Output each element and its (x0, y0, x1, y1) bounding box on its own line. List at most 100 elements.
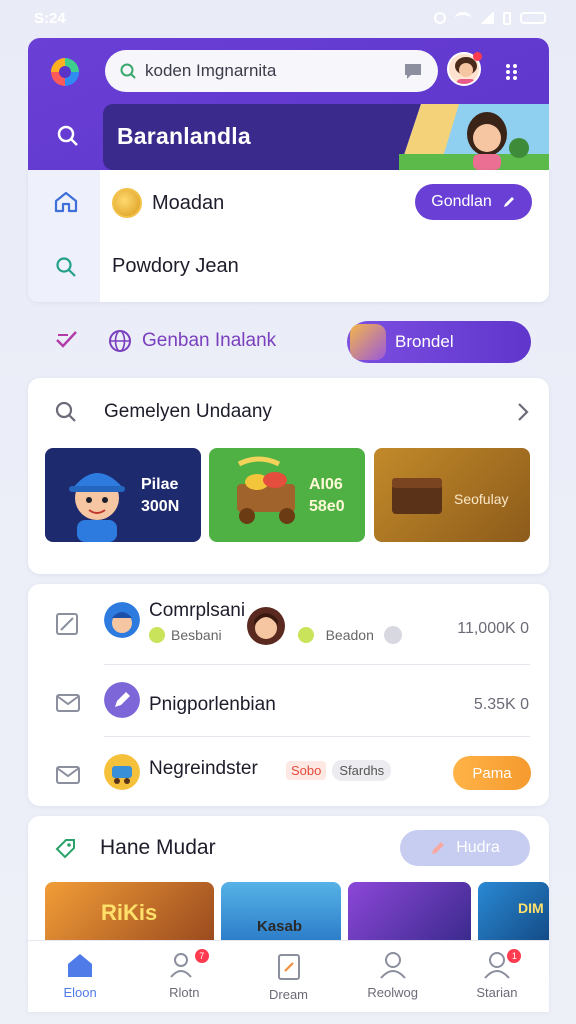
list-value: 5.35K 0 (473, 696, 529, 713)
list-title: Pnigporlenbian (149, 694, 276, 715)
treasure-icon (112, 188, 142, 218)
nav-label: Eloon (63, 985, 97, 1000)
game-tile[interactable]: Seofulay (374, 448, 530, 542)
games-section: Gemelyen Undaany Pilae 300N AI06 58e0 Se… (28, 378, 549, 574)
games-header[interactable]: Gemelyen Undaany (54, 400, 272, 424)
game-thumbnail[interactable]: Kasab (221, 882, 341, 942)
nav-badge: 1 (507, 949, 522, 963)
banner-title: Baranlandla (117, 123, 251, 149)
bottom-nav: Eloon 7 Rlotn Dream Reolwog 1 Starian (28, 940, 549, 1012)
nav-label: Reolwog (367, 985, 418, 1000)
category-link[interactable]: Genban Inalank (108, 329, 276, 353)
game-thumbnail[interactable]: RiKis (45, 882, 214, 942)
quick-menu-card: Moadan Gondlan Powdory Jean (28, 170, 549, 302)
thumbnail-title: RiKis (101, 900, 158, 925)
search-icon (120, 63, 136, 79)
gondlan-button[interactable]: Gondlan (415, 184, 532, 220)
banner-illustration-icon (399, 104, 549, 170)
game-thumbnail-icon (350, 324, 386, 360)
category-label: Genban Inalank (142, 330, 277, 351)
button-label: Hudra (456, 839, 500, 856)
tile-line: 300N (141, 498, 180, 515)
status-time: S:24 (34, 9, 66, 27)
clipboard-icon (277, 954, 300, 980)
search-icon (55, 401, 76, 422)
mail-icon[interactable] (55, 692, 81, 714)
home-icon[interactable] (53, 190, 79, 214)
search-icon[interactable] (55, 256, 77, 278)
app-logo-icon (51, 58, 79, 86)
list-sub-text: Beadon (325, 627, 374, 643)
nav-label: Rlotn (169, 985, 200, 1000)
pencil-icon (503, 197, 514, 207)
list-value: 11,000K 0 (457, 620, 529, 637)
home-icon (68, 954, 93, 977)
list-item[interactable]: Comrplsani Besbani Beadon 11,000K 0 (28, 584, 549, 656)
thumbnail-title: Kasab (257, 918, 303, 935)
avatar-icon (104, 602, 140, 638)
tag-label: Sobo (286, 761, 327, 780)
tile-caption: Seofulay (454, 488, 508, 510)
search-text: koden Imgnarnita (145, 61, 277, 80)
wifi-icon (455, 12, 471, 24)
pama-button[interactable]: Pama (453, 756, 531, 790)
notification-dot (473, 52, 482, 61)
nav-people[interactable]: 7 Rlotn (132, 941, 236, 1012)
list-title: Comrplsani (149, 600, 246, 621)
button-label: Brondel (395, 332, 454, 351)
category-row: Genban Inalank Brondel (28, 312, 549, 368)
search-icon[interactable] (56, 124, 80, 148)
nav-home[interactable]: Eloon (28, 941, 132, 1012)
button-label: Gondlan (431, 193, 492, 210)
nav-profile[interactable]: Reolwog (341, 941, 445, 1012)
status-dot-icon (149, 627, 165, 643)
status-icons (434, 11, 546, 25)
more-icon[interactable] (504, 62, 520, 82)
mail-icon[interactable] (55, 764, 81, 786)
hudra-button[interactable]: Hudra (400, 830, 530, 866)
tile-caption: AI06 58e0 (309, 474, 345, 518)
game-tile[interactable]: Pilae 300N (45, 448, 201, 542)
list-sub-text: Besbani (171, 627, 222, 643)
character-icon (69, 473, 125, 542)
app-window: koden Imgnarnita Baranlandla Moadan Gond… (28, 38, 549, 1012)
status-dot-icon (297, 627, 314, 643)
search-bar[interactable]: koden Imgnarnita (105, 50, 438, 92)
section-title: Hane Mudar (100, 836, 216, 859)
status-bar: S:24 (0, 0, 576, 36)
list-item[interactable]: Negreindster Sobo Sfardhs Pama (28, 736, 549, 808)
info-icon[interactable] (383, 626, 402, 644)
alarm-icon (434, 12, 446, 24)
checkbox-icon[interactable] (55, 612, 79, 636)
game-thumbnail[interactable]: DIM (478, 882, 549, 942)
game-tile[interactable]: AI06 58e0 (209, 448, 365, 542)
tag-group: Sobo Sfardhs (286, 760, 392, 781)
menu-row-label: Moadan (152, 191, 225, 214)
user-icon (379, 952, 406, 979)
tag-label: Sfardhs (332, 760, 392, 781)
menu-row-moadan[interactable]: Moadan (112, 188, 224, 218)
chest-icon (392, 478, 442, 514)
game-thumbnail[interactable] (348, 882, 471, 942)
chevron-right-icon[interactable] (517, 402, 529, 422)
list-item[interactable]: Pnigporlenbian 5.35K 0 (28, 664, 549, 736)
menu-row-powdory[interactable]: Powdory Jean (112, 255, 239, 278)
sim-icon (503, 11, 511, 25)
tile-line: AI06 (309, 476, 343, 493)
tile-line: Pilae (141, 476, 179, 493)
tile-line: Seofulay (454, 491, 509, 507)
edit-icon (104, 682, 140, 718)
featured-header: Hane Mudar (54, 836, 216, 860)
avatar-icon (246, 607, 285, 645)
tag-icon (55, 839, 75, 859)
list-subtitle: Besbani Beadon (149, 607, 402, 646)
nav-label: Starian (476, 985, 518, 1000)
chat-icon[interactable] (402, 61, 424, 81)
nav-account[interactable]: 1 Starian (445, 941, 549, 1012)
brondel-button[interactable]: Brondel (347, 321, 531, 363)
checklist-icon[interactable] (54, 329, 80, 351)
promo-banner[interactable]: Baranlandla (103, 104, 549, 170)
nav-dream[interactable]: Dream (236, 941, 340, 1012)
thumbnail-title: DIM (518, 900, 544, 916)
activity-list: Comrplsani Besbani Beadon 11,000K 0 Pnig… (28, 584, 549, 806)
